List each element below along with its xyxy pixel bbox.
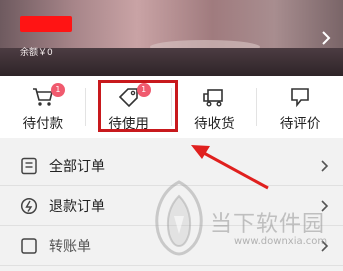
watermark-logo-icon <box>155 180 203 256</box>
account-header[interactable]: 余额￥0 <box>0 0 343 76</box>
count-badge: 1 <box>136 83 151 97</box>
list-item-label: 全部订单 <box>49 158 105 175</box>
transfer-icon <box>21 237 37 254</box>
list-item-label: 转账单 <box>49 238 91 255</box>
tag-icon: 1 <box>117 83 151 108</box>
refund-icon <box>20 197 38 214</box>
tab-to-receive[interactable]: 待收货 <box>172 76 258 138</box>
chevron-right-icon <box>321 160 329 172</box>
chevron-right-icon[interactable] <box>319 29 333 47</box>
tab-pending-payment[interactable]: 1 待付款 <box>0 76 86 138</box>
tab-to-review[interactable]: 待评价 <box>257 76 343 138</box>
shopping-cart-icon: 1 <box>31 83 65 108</box>
tab-to-use[interactable]: 1 待使用 <box>86 76 172 138</box>
document-icon <box>21 157 37 174</box>
tab-label: 待收货 <box>194 116 235 132</box>
tab-label: 待使用 <box>108 116 149 132</box>
balance-text: 余额￥0 <box>20 48 53 58</box>
tab-label: 待评价 <box>279 116 321 132</box>
comment-icon <box>288 86 312 108</box>
tab-label: 待付款 <box>22 116 64 132</box>
order-status-row: 1 待付款 1 待使用 待收货 待评价 <box>0 76 343 138</box>
list-item-label: 退款订单 <box>49 198 105 215</box>
count-badge: 1 <box>50 83 65 97</box>
delivery-truck-icon <box>202 86 226 108</box>
watermark-url: www.downxia.com <box>234 236 328 247</box>
redacted-username <box>20 16 72 32</box>
watermark-title: 当下软件园 <box>210 212 326 237</box>
